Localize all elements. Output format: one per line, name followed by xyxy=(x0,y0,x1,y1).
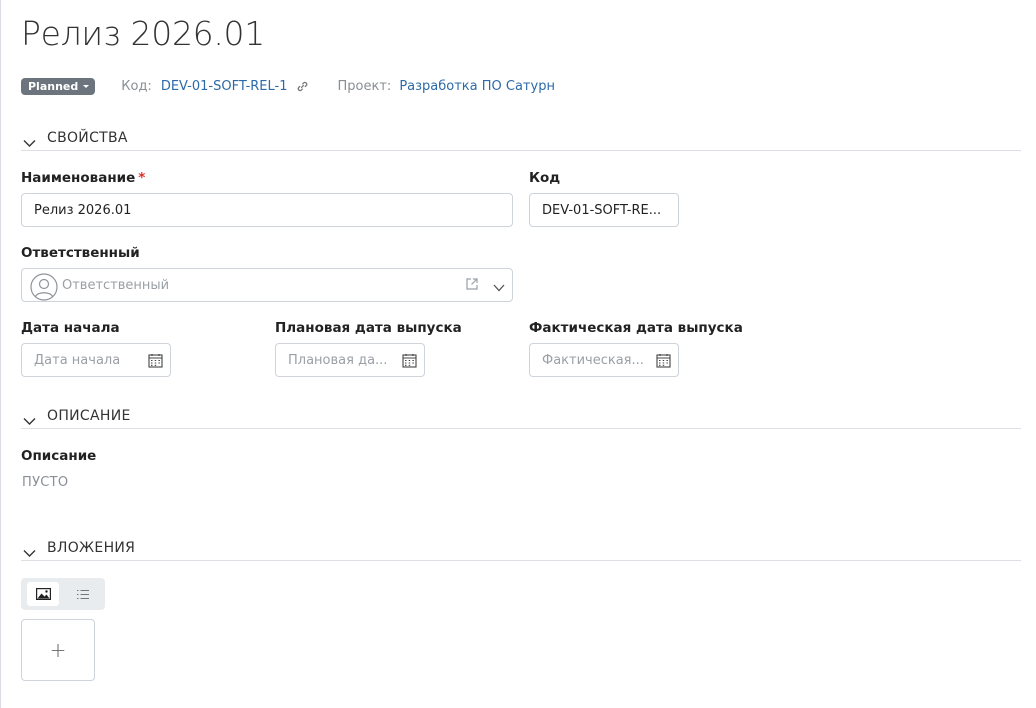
project-link[interactable]: Разработка ПО Сатурн xyxy=(399,79,555,94)
section-attachments: ВЛОЖЕНИЯ xyxy=(21,540,1021,561)
project-label: Проект: xyxy=(337,78,392,94)
list-view-button[interactable] xyxy=(67,582,99,606)
name-label-text: Наименование xyxy=(21,170,136,186)
status-badge[interactable]: Planned xyxy=(21,77,96,95)
actual-date-placeholder: Фактическая... xyxy=(542,352,644,368)
owner-field-label: Ответственный xyxy=(21,245,140,261)
calendar-icon[interactable] xyxy=(148,353,163,372)
section-description-title: ОПИСАНИЕ xyxy=(47,408,131,424)
record-meta: Planned Код: DEV-01-SOFT-REL-1 Проект: Р… xyxy=(21,77,555,95)
description-label: Описание xyxy=(21,448,97,464)
planned-date-label: Плановая дата выпуска xyxy=(275,320,462,336)
image-icon xyxy=(35,585,51,604)
start-date-input[interactable]: Дата начала xyxy=(21,343,171,377)
actual-date-label: Фактическая дата выпуска xyxy=(529,320,743,336)
list-icon xyxy=(76,585,90,604)
caret-down-icon xyxy=(83,84,90,88)
owner-placeholder: Ответственный xyxy=(62,277,170,293)
gallery-view-button[interactable] xyxy=(27,582,59,606)
planned-date-placeholder: Плановая да... xyxy=(288,352,388,368)
chevron-down-icon[interactable] xyxy=(23,543,36,562)
name-input[interactable]: Релиз 2026.01 xyxy=(21,193,513,227)
attachments-view-toggle xyxy=(21,578,105,610)
link-icon[interactable] xyxy=(297,81,308,92)
code-link[interactable]: DEV-01-SOFT-REL-1 xyxy=(161,79,288,94)
description-empty-value[interactable]: ПУСТО xyxy=(22,475,68,490)
section-attachments-title: ВЛОЖЕНИЯ xyxy=(47,540,136,556)
section-properties-title: СВОЙСТВА xyxy=(47,130,128,146)
code-input[interactable]: DEV-01-SOFT-RE... xyxy=(529,193,679,227)
external-link-icon[interactable] xyxy=(465,277,479,295)
add-attachment-button[interactable]: + xyxy=(21,619,95,681)
chevron-down-icon[interactable] xyxy=(23,411,36,430)
left-border xyxy=(0,0,1,708)
owner-select[interactable]: Ответственный xyxy=(21,268,513,302)
chevron-down-icon[interactable] xyxy=(23,133,36,152)
name-field-label: Наименование * xyxy=(21,170,145,186)
start-date-label: Дата начала xyxy=(21,320,120,336)
user-avatar-icon xyxy=(30,273,58,301)
start-date-placeholder: Дата начала xyxy=(34,352,121,368)
required-mark: * xyxy=(138,170,146,186)
code-label: Код: xyxy=(121,78,152,94)
code-field-label: Код xyxy=(529,170,561,186)
calendar-icon[interactable] xyxy=(402,353,417,372)
section-description: ОПИСАНИЕ xyxy=(21,408,1021,429)
code-input-value: DEV-01-SOFT-RE... xyxy=(542,202,662,218)
section-properties: СВОЙСТВА xyxy=(21,130,1021,151)
status-label: Planned xyxy=(28,79,79,93)
planned-date-input[interactable]: Плановая да... xyxy=(275,343,425,377)
chevron-down-icon[interactable] xyxy=(493,281,505,296)
page-title: Релиз 2026.01 xyxy=(21,14,265,53)
calendar-icon[interactable] xyxy=(656,353,671,372)
actual-date-input[interactable]: Фактическая... xyxy=(529,343,679,377)
name-input-value: Релиз 2026.01 xyxy=(34,202,132,218)
